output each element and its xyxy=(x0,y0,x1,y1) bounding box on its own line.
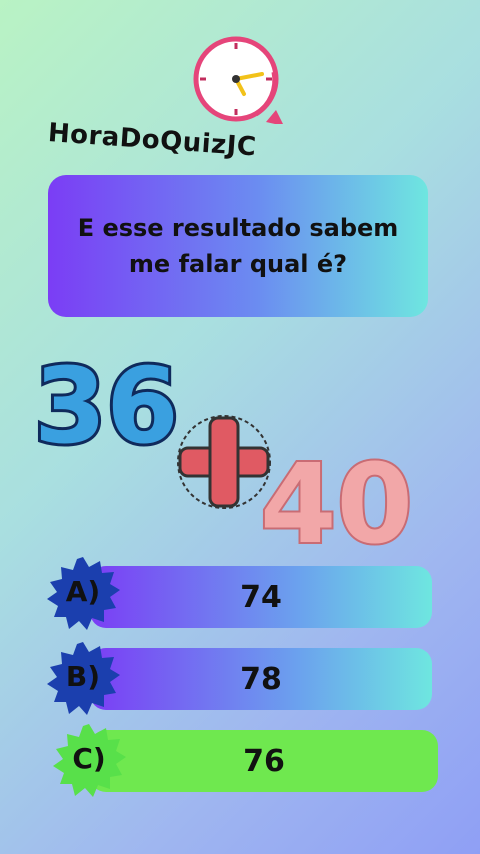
option-b-badge[interactable]: B) xyxy=(44,640,122,718)
option-a-badge[interactable]: A) xyxy=(44,555,122,633)
option-a-bar[interactable]: 74 xyxy=(90,566,432,628)
equation-operator: + xyxy=(28,332,29,333)
option-a-value: 74 xyxy=(240,579,282,615)
equation-graphic: 36 + 40 xyxy=(28,332,415,567)
option-a-letter: A) xyxy=(65,574,101,608)
question-card: E esse resultado sabem me falar qual é? xyxy=(48,175,428,317)
option-c-bar[interactable]: 76 xyxy=(90,730,438,792)
equation-right-number: 40 xyxy=(260,440,413,567)
option-b-value: 78 xyxy=(240,661,282,697)
clock-icon xyxy=(193,36,283,124)
option-b-bar[interactable]: 78 xyxy=(90,648,432,710)
option-b-letter: B) xyxy=(65,659,101,693)
option-c-value: 76 xyxy=(243,743,285,779)
option-c-letter: C) xyxy=(72,741,106,775)
option-c-badge[interactable]: C) xyxy=(50,722,128,800)
equation-left-number: 36 xyxy=(34,345,179,467)
brand-title: HoraDoQuizJC xyxy=(46,118,258,163)
plus-icon xyxy=(177,415,271,509)
question-text: E esse resultado sabem me falar qual é? xyxy=(77,214,399,278)
